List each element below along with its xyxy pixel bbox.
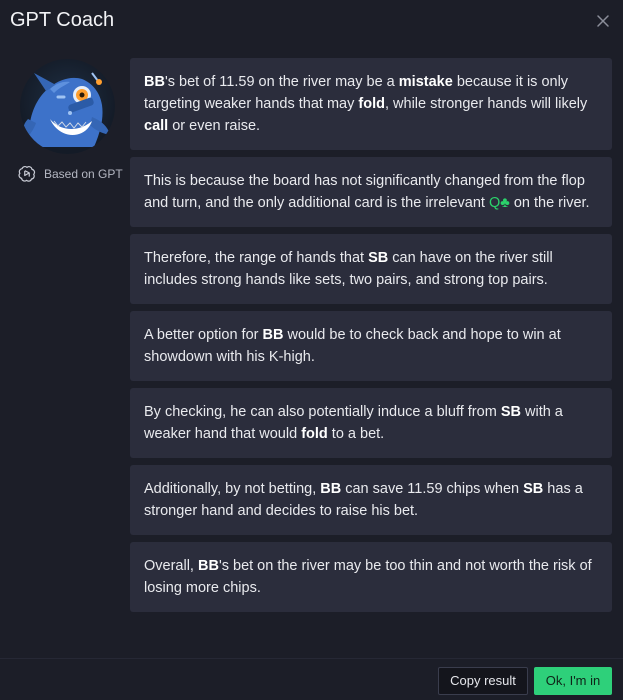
- message-text: 's bet of 11.59 on the river may be a: [164, 74, 399, 90]
- emphasis-text: mistake: [398, 74, 453, 90]
- footer-divider: [0, 658, 623, 659]
- coach-message: This is because the board has not signif…: [130, 157, 612, 227]
- coach-messages: BB's bet of 11.59 on the river may be a …: [130, 58, 612, 619]
- emphasis-text: BB: [144, 74, 165, 90]
- emphasis-text: BB: [262, 327, 284, 343]
- coach-message: By checking, he can also potentially ind…: [130, 388, 612, 458]
- message-text: to a bet.: [327, 426, 385, 442]
- ok-button[interactable]: Ok, I'm in: [534, 667, 612, 695]
- card-text: Q♣: [489, 195, 510, 211]
- openai-logo-icon: [18, 165, 36, 183]
- emphasis-text: fold: [358, 96, 385, 112]
- coach-message: Therefore, the range of hands that SB ca…: [130, 234, 612, 304]
- emphasis-text: BB: [320, 481, 342, 497]
- coach-message: A better option for BB would be to check…: [130, 311, 612, 381]
- emphasis-text: BB: [198, 558, 219, 574]
- copy-result-button[interactable]: Copy result: [438, 667, 528, 695]
- coach-message: Overall, BB's bet on the river may be to…: [130, 542, 612, 612]
- coach-message: BB's bet of 11.59 on the river may be a …: [130, 58, 612, 150]
- message-text: By checking, he can also potentially ind…: [144, 404, 501, 420]
- emphasis-text: fold: [301, 426, 328, 442]
- message-text: Additionally, by not betting,: [144, 481, 321, 497]
- emphasis-text: SB: [368, 250, 389, 266]
- emphasis-text: call: [144, 118, 169, 134]
- emphasis-text: SB: [523, 481, 544, 497]
- close-icon[interactable]: [594, 12, 612, 30]
- dialog-header: GPT Coach: [0, 0, 623, 42]
- message-text: , while stronger hands will likely: [384, 96, 588, 112]
- based-on-gpt: Based on GPT: [18, 164, 123, 184]
- message-text: on the river.: [509, 195, 590, 211]
- dialog-title: GPT Coach: [10, 9, 115, 31]
- emphasis-text: SB: [500, 404, 521, 420]
- message-text: Overall,: [144, 558, 198, 574]
- based-on-gpt-label: Based on GPT: [44, 167, 123, 181]
- coach-message: Additionally, by not betting, BB can sav…: [130, 465, 612, 535]
- message-text: or even raise.: [168, 118, 261, 134]
- message-text: Therefore, the range of hands that: [144, 250, 369, 266]
- shark-robot-avatar: [20, 59, 115, 154]
- message-text: can save 11.59 chips when: [341, 481, 524, 497]
- message-text: A better option for: [144, 327, 263, 343]
